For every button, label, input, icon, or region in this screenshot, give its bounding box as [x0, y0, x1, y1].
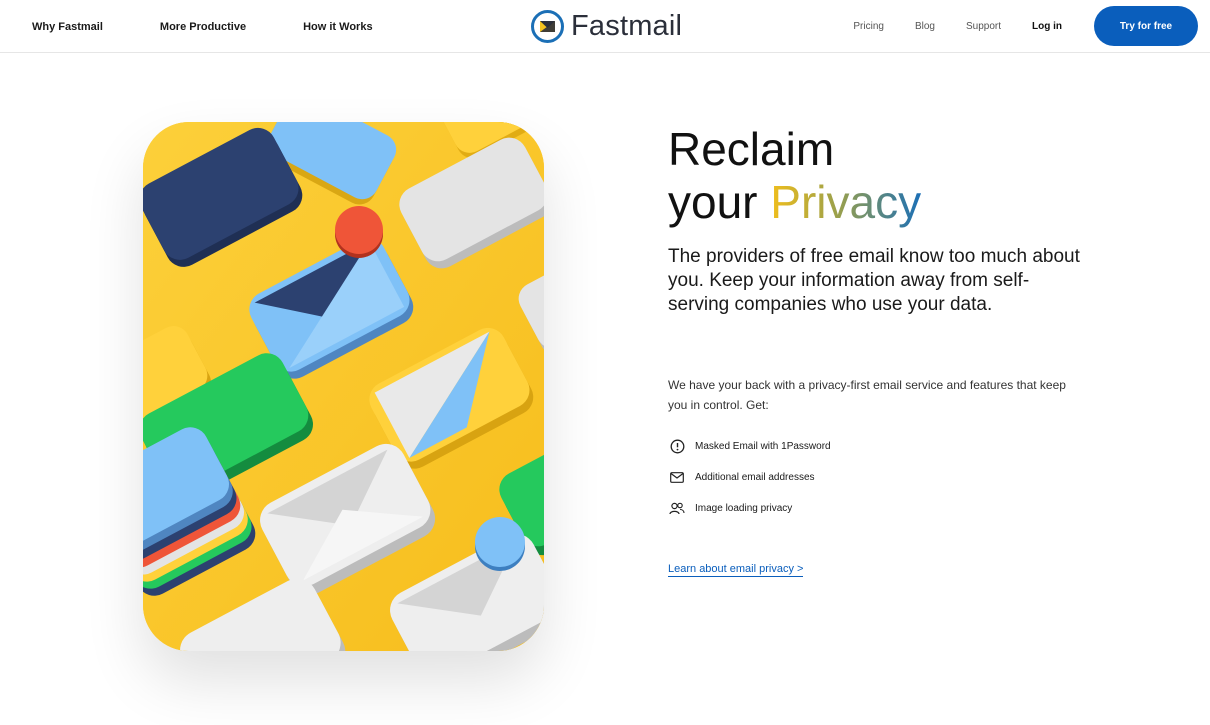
learn-about-privacy-link[interactable]: Learn about email privacy >	[668, 563, 804, 577]
nav-more-productive[interactable]: More Productive	[160, 21, 246, 33]
feature-label: Masked Email with 1Password	[695, 440, 831, 452]
hero-headline: Reclaim your Privacy	[668, 123, 921, 229]
envelope-icon	[668, 468, 686, 486]
primary-nav: Why Fastmail More Productive How it Work…	[32, 0, 430, 53]
hero-body: We have your back with a privacy-first e…	[668, 378, 1066, 412]
feature-label: Image loading privacy	[695, 502, 793, 514]
nav-support[interactable]: Support	[966, 21, 1001, 32]
feature-label: Additional email addresses	[695, 471, 815, 483]
hero-illustration	[143, 122, 544, 651]
feature-item: Masked Email with 1Password	[668, 436, 831, 456]
nav-how-it-works[interactable]: How it Works	[303, 21, 372, 33]
feature-list: Masked Email with 1Password Additional e…	[668, 436, 831, 529]
site-header: Why Fastmail More Productive How it Work…	[0, 0, 1210, 53]
nav-login[interactable]: Log in	[1032, 21, 1062, 32]
hero-lead: The providers of free email know too muc…	[668, 246, 1080, 315]
secondary-nav: Pricing Blog Support Log in	[822, 0, 1062, 53]
brand-name: Fastmail	[571, 9, 683, 42]
email-tiles-illustration	[143, 122, 544, 651]
brand-logo[interactable]: Fastmail	[531, 9, 682, 43]
users-icon	[668, 499, 686, 517]
try-for-free-button[interactable]: Try for free	[1094, 6, 1198, 46]
headline-line1: Reclaim	[668, 123, 835, 175]
info-circle-icon	[668, 437, 686, 455]
headline-line2-prefix: your	[668, 176, 771, 228]
fastmail-logo-icon	[531, 9, 564, 43]
nav-blog[interactable]: Blog	[915, 21, 935, 32]
feature-item: Image loading privacy	[668, 498, 831, 518]
headline-highlight: Privacy	[770, 176, 922, 228]
nav-why-fastmail[interactable]: Why Fastmail	[32, 21, 103, 33]
feature-item: Additional email addresses	[668, 467, 831, 487]
nav-pricing[interactable]: Pricing	[853, 21, 884, 32]
